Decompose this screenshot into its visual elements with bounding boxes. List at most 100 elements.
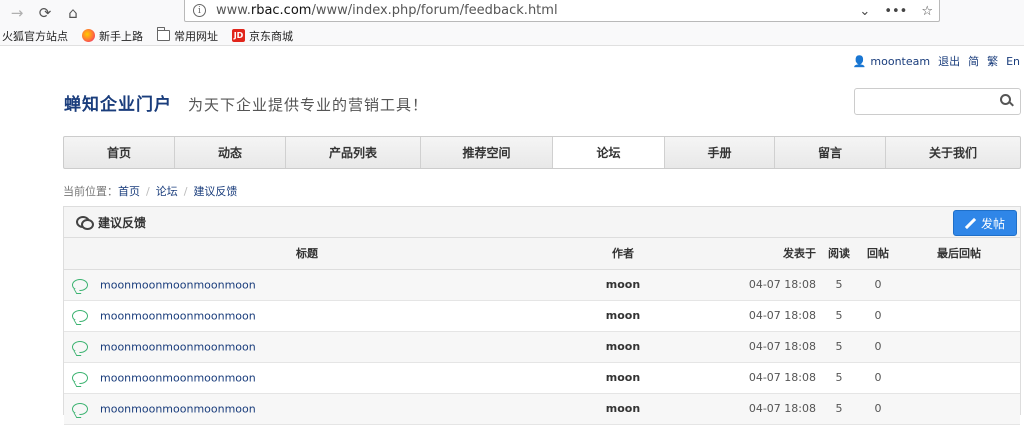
column-last-reply: 最后回帖 xyxy=(898,238,1020,270)
breadcrumb-forum[interactable]: 论坛 xyxy=(156,183,178,199)
thread-title-cell: moonmoonmoonmoonmoon xyxy=(64,393,550,425)
nav-item-manual[interactable]: 手册 xyxy=(665,137,775,168)
thread-replies: 0 xyxy=(858,331,898,363)
url-path: /www/index.php/forum/feedback.html xyxy=(311,3,558,18)
forward-arrow-icon[interactable]: → xyxy=(6,2,28,24)
bookmark-jd-mall[interactable]: JD 京东商城 xyxy=(232,28,293,44)
thread-author[interactable]: moon xyxy=(550,331,696,363)
table-row: moonmoonmoonmoonmoon moon 04-07 18:08 5 … xyxy=(64,269,1020,301)
star-icon[interactable]: ☆ xyxy=(921,4,933,19)
pencil-icon xyxy=(965,218,976,229)
table-row: moonmoonmoonmoonmoon moon 04-07 18:08 5 … xyxy=(64,393,1020,425)
nav-item-forum[interactable]: 论坛 xyxy=(553,137,665,168)
lang-english-link[interactable]: En xyxy=(1006,55,1020,68)
column-posted: 发表于 xyxy=(696,238,820,270)
table-row: moonmoonmoonmoonmoon moon 04-07 18:08 5 … xyxy=(64,331,1020,363)
nav-item-products[interactable]: 产品列表 xyxy=(286,137,421,168)
thread-title-cell: moonmoonmoonmoonmoon xyxy=(64,331,550,363)
thread-author[interactable]: moon xyxy=(550,362,696,394)
forum-board-panel: 建议反馈 发帖 标题 作者 发表于 阅读 回帖 最后回帖 moonmoonmoo… xyxy=(63,206,1021,425)
folder-icon-wrap xyxy=(157,27,170,42)
nav-item-about[interactable]: 关于我们 xyxy=(886,137,1020,168)
nav-item-message[interactable]: 留言 xyxy=(775,137,886,168)
bookmark-firefox-official[interactable]: 火狐官方站点 xyxy=(2,28,68,44)
user-icon: 👤 xyxy=(852,54,867,68)
thread-views: 5 xyxy=(820,331,858,363)
url-text[interactable]: www.rbac.com/www/index.php/forum/feedbac… xyxy=(216,3,558,18)
breadcrumb-separator: / xyxy=(183,184,188,198)
bookmark-getting-started[interactable]: 新手上路 xyxy=(82,28,143,44)
board-title: 建议反馈 xyxy=(98,215,147,230)
nav-item-home[interactable]: 首页 xyxy=(64,137,175,168)
chevron-down-icon[interactable]: ⌄ xyxy=(859,4,870,19)
comment-bubble-icon xyxy=(72,402,88,415)
breadcrumb-separator: / xyxy=(146,184,150,198)
thread-title-link[interactable]: moonmoonmoonmoonmoon xyxy=(100,309,256,322)
thread-views: 5 xyxy=(820,362,858,394)
folder-icon xyxy=(157,27,170,41)
bookmark-label: 常用网址 xyxy=(174,29,218,43)
comment-bubble-icon xyxy=(72,278,88,291)
nav-item-news[interactable]: 动态 xyxy=(175,137,286,168)
thread-views: 5 xyxy=(820,393,858,425)
info-icon[interactable]: i xyxy=(193,4,206,17)
search-input[interactable] xyxy=(854,88,1021,115)
thread-table: 标题 作者 发表于 阅读 回帖 最后回帖 moonmoonmoonmoonmoo… xyxy=(64,238,1020,425)
column-replies: 回帖 xyxy=(858,238,898,270)
thread-title-link[interactable]: moonmoonmoonmoonmoon xyxy=(100,340,256,353)
thread-title-link[interactable]: moonmoonmoonmoonmoon xyxy=(100,371,256,384)
bookmark-common-sites[interactable]: 常用网址 xyxy=(157,27,218,44)
thread-author[interactable]: moon xyxy=(550,269,696,301)
thread-title-link[interactable]: moonmoonmoonmoonmoon xyxy=(100,278,256,291)
lang-traditional-link[interactable]: 繁 xyxy=(987,53,998,69)
firefox-icon xyxy=(82,29,95,42)
search-icon[interactable] xyxy=(1000,94,1012,106)
site-name[interactable]: 蝉知企业门户 xyxy=(64,90,172,115)
thread-title-cell: moonmoonmoonmoonmoon xyxy=(64,300,550,332)
breadcrumb: 当前位置： 首页 / 论坛 / 建议反馈 xyxy=(63,183,237,199)
thread-author[interactable]: moon xyxy=(550,300,696,332)
breadcrumb-home[interactable]: 首页 xyxy=(118,183,140,199)
thread-date: 04-07 18:08 xyxy=(696,393,820,425)
thread-last-reply xyxy=(898,393,1020,425)
new-post-button[interactable]: 发帖 xyxy=(953,210,1017,236)
comment-bubble-icon xyxy=(72,371,88,384)
comment-bubble-icon xyxy=(72,309,88,322)
thread-last-reply xyxy=(898,331,1020,363)
bookmark-label: 京东商城 xyxy=(249,29,293,43)
bookmark-label: 新手上路 xyxy=(99,29,143,43)
thread-title-cell: moonmoonmoonmoonmoon xyxy=(64,269,550,301)
site-topbar: 👤 moonteam 退出 简 繁 En xyxy=(853,53,1020,69)
thread-author[interactable]: moon xyxy=(550,393,696,425)
home-icon[interactable]: ⌂ xyxy=(62,2,84,24)
breadcrumb-board[interactable]: 建议反馈 xyxy=(193,183,237,199)
username-link[interactable]: moonteam xyxy=(870,55,930,68)
table-row: moonmoonmoonmoonmoon moon 04-07 18:08 5 … xyxy=(64,362,1020,394)
thread-last-reply xyxy=(898,362,1020,394)
jd-icon: JD xyxy=(232,29,245,42)
thread-title-cell: moonmoonmoonmoonmoon xyxy=(64,362,550,394)
board-header: 建议反馈 发帖 xyxy=(64,207,1020,238)
reload-icon[interactable]: ⟳ xyxy=(34,2,56,24)
site-slogan: 为天下企业提供专业的营销工具！ xyxy=(188,96,429,114)
thread-replies: 0 xyxy=(858,393,898,425)
column-title: 标题 xyxy=(64,238,550,270)
comment-bubble-icon xyxy=(72,340,88,353)
site-brand: 蝉知企业门户 为天下企业提供专业的营销工具！ xyxy=(64,90,428,115)
more-dots-icon[interactable]: ••• xyxy=(884,4,907,19)
thread-title-link[interactable]: moonmoonmoonmoonmoon xyxy=(100,402,256,415)
thread-date: 04-07 18:08 xyxy=(696,269,820,301)
logout-link[interactable]: 退出 xyxy=(938,53,960,69)
thread-views: 5 xyxy=(820,300,858,332)
bookmark-label: 火狐官方站点 xyxy=(2,29,68,43)
breadcrumb-prefix: 当前位置： xyxy=(63,185,118,198)
lang-simplified-link[interactable]: 简 xyxy=(968,53,979,69)
thread-date: 04-07 18:08 xyxy=(696,331,820,363)
bookmarks-bar: 火狐官方站点 新手上路 常用网址 JD 京东商城 xyxy=(0,26,1024,46)
column-author: 作者 xyxy=(550,238,696,270)
thread-date: 04-07 18:08 xyxy=(696,300,820,332)
address-bar[interactable]: i www.rbac.com/www/index.php/forum/feedb… xyxy=(184,0,940,22)
url-prefix: www. xyxy=(216,3,251,18)
thread-replies: 0 xyxy=(858,362,898,394)
nav-item-spaces[interactable]: 推荐空间 xyxy=(421,137,553,168)
